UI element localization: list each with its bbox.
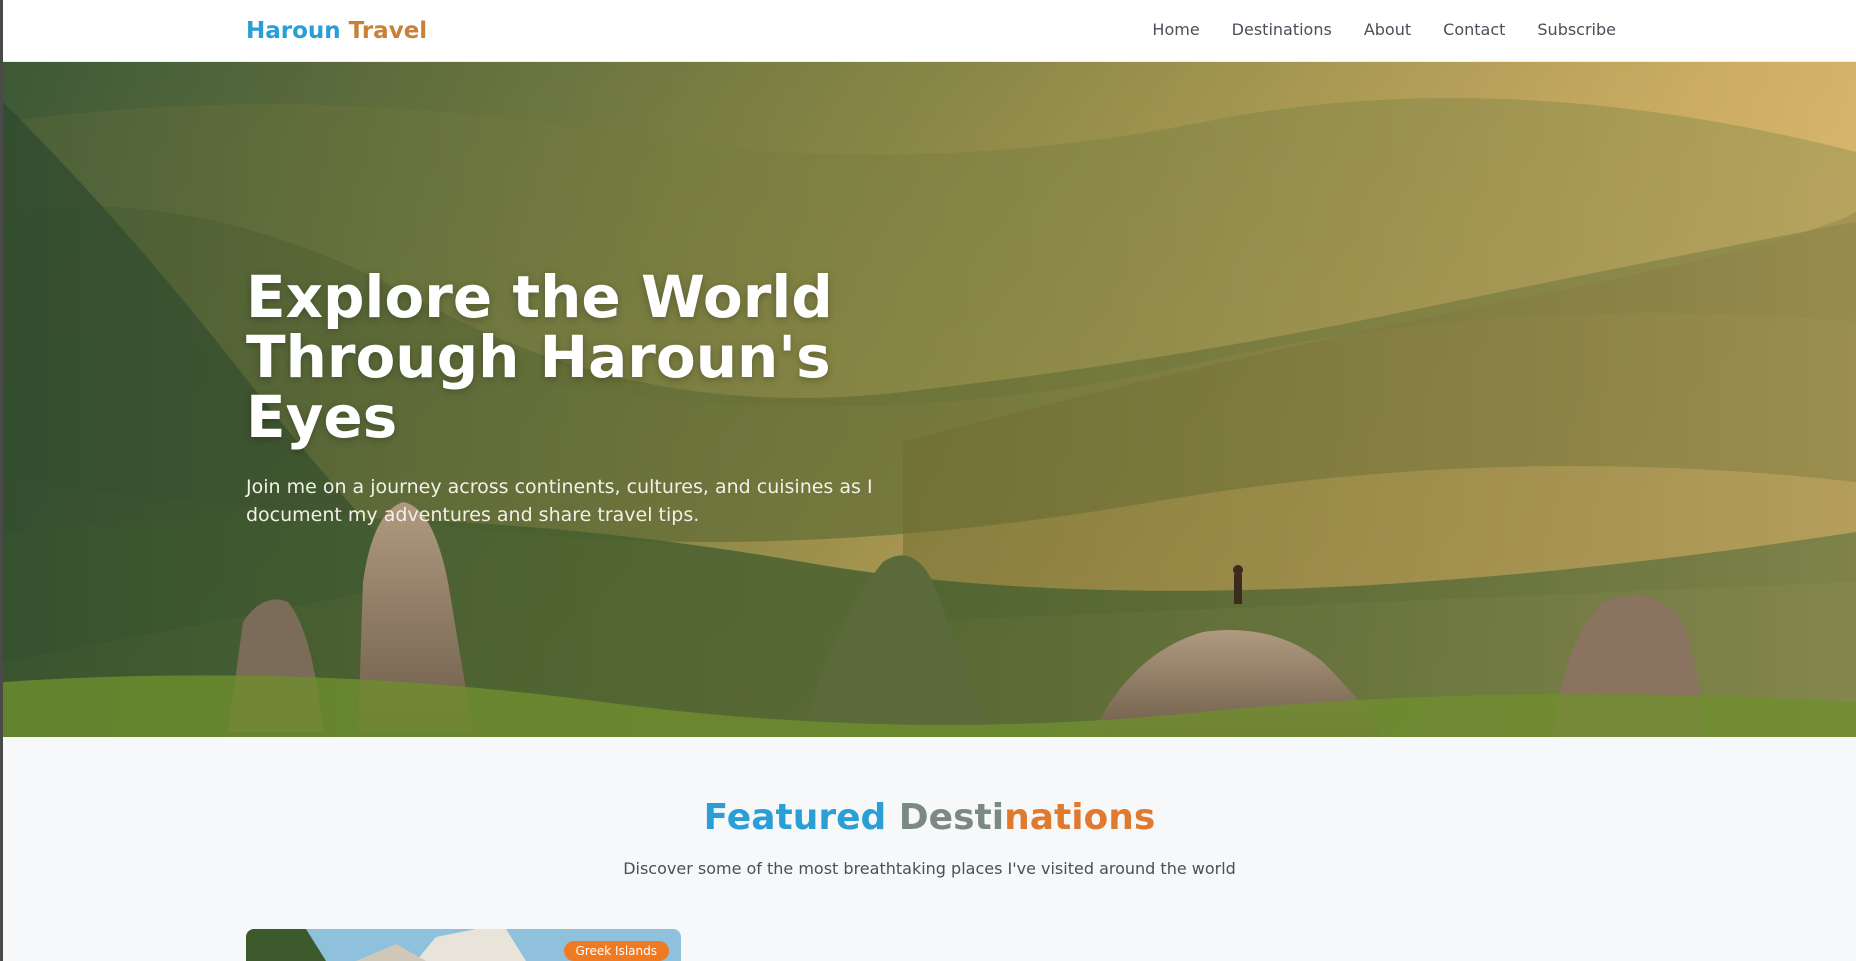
hero-title: Explore the World Through Haroun's Eyes xyxy=(246,263,833,451)
window-edge xyxy=(0,0,3,961)
main-nav: Home Destinations About Contact Subscrib… xyxy=(1152,20,1616,39)
hero-subtitle: Join me on a journey across continents, … xyxy=(246,476,873,526)
featured-destinations-section: Featured Destinations Discover some of t… xyxy=(3,737,1856,961)
destination-badge: Greek Islands xyxy=(563,941,669,961)
navbar: Haroun Travel Home Destinations About Co… xyxy=(3,0,1856,62)
nav-link-contact[interactable]: Contact xyxy=(1443,20,1505,39)
section-title-featured: Featured xyxy=(703,797,899,838)
nav-link-about[interactable]: About xyxy=(1364,20,1411,39)
nav-link-home[interactable]: Home xyxy=(1152,20,1199,39)
destination-card[interactable]: Greek Islands xyxy=(246,929,681,961)
section-subtitle: Discover some of the most breathtaking p… xyxy=(623,859,1236,878)
nav-link-subscribe[interactable]: Subscribe xyxy=(1537,20,1616,39)
nav-link-destinations[interactable]: Destinations xyxy=(1232,20,1332,39)
section-title-nations: nations xyxy=(1004,797,1156,838)
section-title: Featured Destinations xyxy=(3,797,1856,838)
logo-text-haroun: Haroun xyxy=(246,18,349,44)
section-title-desti: Desti xyxy=(898,797,1005,838)
hero-section: Explore the World Through Haroun's Eyes … xyxy=(3,62,1856,737)
logo-text-travel: Travel xyxy=(348,18,428,44)
site-logo[interactable]: Haroun Travel xyxy=(246,18,427,44)
